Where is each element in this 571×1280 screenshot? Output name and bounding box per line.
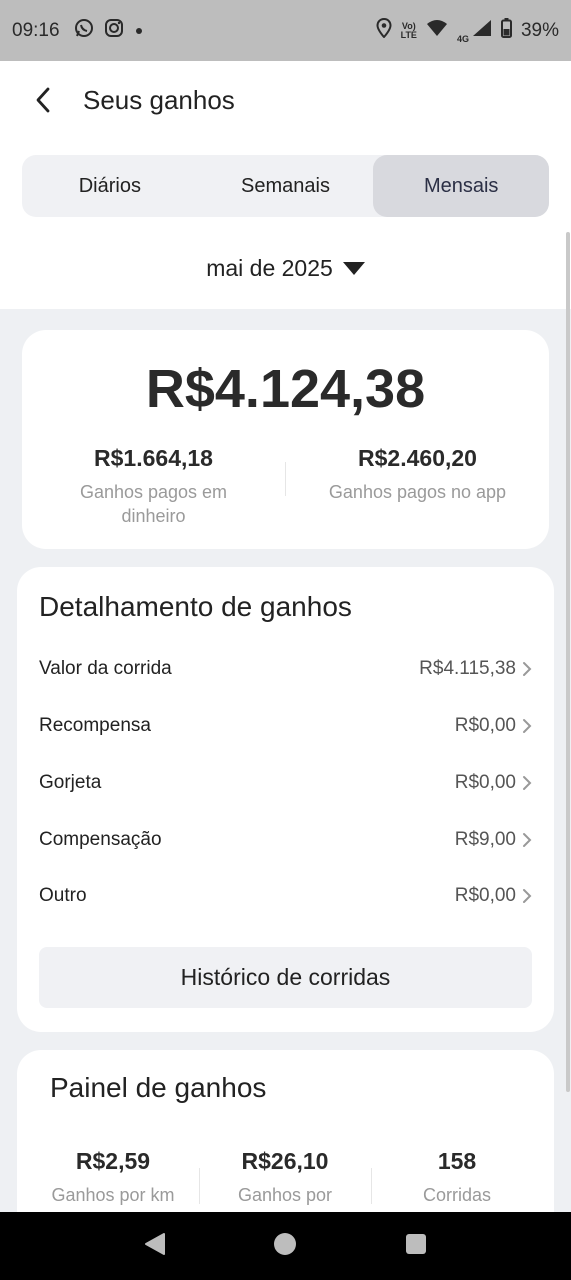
panel-title: Painel de ganhos <box>50 1072 267 1103</box>
header: Seus ganhos Diários Semanais Mensais mai… <box>0 61 571 309</box>
tab-daily[interactable]: Diários <box>22 155 198 217</box>
row-amount: R$0,00 <box>454 715 516 736</box>
status-bar: 09:16 Vo) LTE 4G 39% <box>0 0 571 61</box>
location-icon <box>376 17 392 44</box>
cash-earnings-value: R$1.664,18 <box>94 445 213 471</box>
app-earnings-value: R$2.460,20 <box>358 445 477 471</box>
notification-dot-icon <box>134 20 144 42</box>
wifi-icon <box>426 19 448 43</box>
network-type-label: 4G <box>456 34 469 44</box>
square-recents-icon <box>406 1233 427 1254</box>
row-label: Valor da corrida <box>39 658 172 679</box>
status-time: 09:16 <box>12 19 60 41</box>
row-amount: R$0,00 <box>454 885 516 906</box>
volte-bottom-label: LTE <box>400 29 417 40</box>
row-label: Recompensa <box>39 715 151 736</box>
row-label: Compensação <box>39 829 162 850</box>
row-amount: R$0,00 <box>454 772 516 793</box>
chevron-right-icon <box>523 833 532 847</box>
row-label: Gorjeta <box>39 772 102 793</box>
stat-label: Ganhos por km <box>51 1185 175 1205</box>
row-amount: R$4.115,38 <box>419 658 516 679</box>
chevron-left-icon <box>36 87 50 113</box>
volte-icon: Vo) LTE <box>400 21 417 40</box>
stat-earnings-per: R$26,10 Ganhos por <box>195 1148 375 1206</box>
app-earnings: R$2.460,20 Ganhos pagos no app <box>286 445 549 504</box>
breakdown-row-ride-value[interactable]: Valor da corrida R$4.115,38 <box>39 654 532 684</box>
breakdown-title: Detalhamento de ganhos <box>39 591 352 622</box>
tab-monthly[interactable]: Mensais <box>373 155 550 217</box>
app-earnings-label: Ganhos pagos no app <box>328 482 507 502</box>
stat-value: 158 <box>437 1148 477 1174</box>
cash-earnings-label: Ganhos pagos em dinheiro <box>79 482 228 526</box>
battery-percent: 39% <box>520 19 559 41</box>
circle-home-icon <box>274 1232 297 1255</box>
stat-label: Corridas <box>422 1185 492 1205</box>
row-amount: R$9,00 <box>454 829 516 850</box>
row-label: Outro <box>39 885 87 906</box>
nav-home-button[interactable] <box>273 1232 297 1261</box>
tab-weekly[interactable]: Semanais <box>198 155 374 217</box>
chevron-right-icon <box>523 719 532 733</box>
page-title: Seus ganhos <box>83 85 235 115</box>
earnings-breakdown-card: Detalhamento de ganhos Valor da corrida … <box>17 567 554 1032</box>
breakdown-row-reward[interactable]: Recompensa R$0,00 <box>39 711 532 741</box>
cash-earnings: R$1.664,18 Ganhos pagos em dinheiro <box>22 445 285 528</box>
stat-value: R$2,59 <box>75 1148 151 1174</box>
signal-icon <box>472 19 492 43</box>
stat-label: Ganhos por <box>237 1185 333 1205</box>
month-selector[interactable]: mai de 2025 <box>0 255 571 282</box>
breakdown-row-tip[interactable]: Gorjeta R$0,00 <box>39 768 532 798</box>
nav-recents-button[interactable] <box>405 1233 427 1260</box>
earnings-summary-card: R$4.124,38 R$1.664,18 Ganhos pagos em di… <box>22 330 549 549</box>
nav-back-button[interactable] <box>144 1232 166 1261</box>
chevron-right-icon <box>523 889 532 903</box>
scrollbar[interactable] <box>566 232 570 1092</box>
stat-value: R$26,10 <box>241 1148 329 1174</box>
battery-icon <box>500 17 512 44</box>
period-tabs: Diários Semanais Mensais <box>22 155 550 217</box>
system-nav-bar <box>0 1212 571 1280</box>
total-earnings: R$4.124,38 <box>145 359 426 419</box>
breakdown-row-other[interactable]: Outro R$0,00 <box>39 881 532 911</box>
breakdown-row-compensation[interactable]: Compensação R$9,00 <box>39 825 532 855</box>
ride-history-button[interactable]: Histórico de corridas <box>39 947 532 1008</box>
back-button[interactable] <box>28 85 58 115</box>
chevron-right-icon <box>523 776 532 790</box>
caret-down-icon <box>342 262 365 275</box>
whatsapp-icon <box>74 18 94 44</box>
stat-rides: 158 Corridas <box>367 1148 547 1206</box>
month-label: mai de 2025 <box>206 255 333 281</box>
triangle-back-icon <box>144 1232 165 1255</box>
stat-earnings-per-km: R$2,59 Ganhos por km <box>23 1148 203 1206</box>
instagram-icon <box>104 18 124 44</box>
chevron-right-icon <box>523 662 532 676</box>
